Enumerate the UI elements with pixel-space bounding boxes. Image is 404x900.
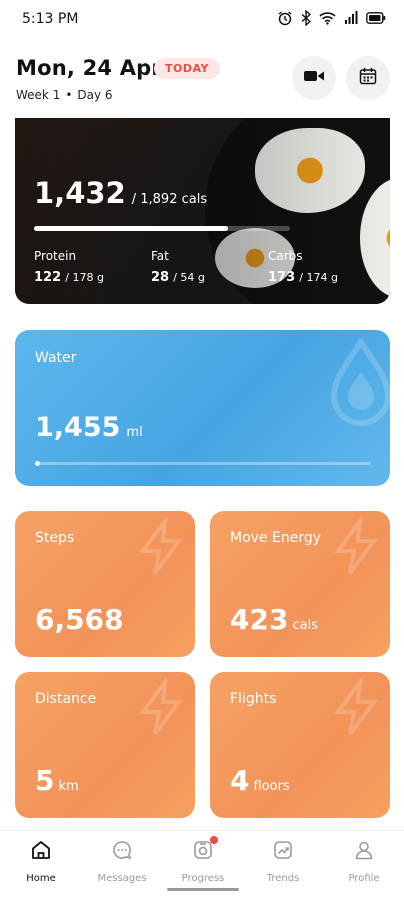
profile-icon (353, 839, 375, 865)
separator: • (65, 88, 73, 102)
macro-goal: / 174 g (299, 271, 338, 284)
messages-icon (111, 839, 133, 865)
status-icons (277, 10, 386, 26)
distance-label: Distance (35, 691, 97, 707)
calendar-icon (359, 67, 377, 89)
macro-label: Fat (151, 249, 169, 263)
nav-label: Messages (97, 873, 147, 884)
move-energy-tile[interactable]: Move Energy 423 cals (210, 511, 390, 657)
trends-icon (272, 839, 294, 865)
notification-dot (210, 836, 218, 844)
macro-goal: / 178 g (65, 271, 104, 284)
move-energy-unit: cals (292, 618, 318, 633)
water-amount: 1,455 (35, 412, 121, 443)
distance-tile[interactable]: Distance 5 km (15, 672, 195, 818)
macro-carbs: Carbs 173 / 174 g (268, 249, 338, 285)
alarm-icon (277, 10, 293, 26)
home-icon (30, 839, 52, 865)
calories-consumed: 1,432 (34, 176, 126, 210)
video-button[interactable] (292, 56, 336, 100)
nav-item-profile[interactable]: Profile (324, 839, 404, 884)
move-energy-amount: 423 (230, 603, 289, 636)
macro-value: 122 (34, 270, 62, 285)
macro-value: 173 (268, 270, 296, 285)
signal-icon (344, 11, 358, 25)
flights-tile[interactable]: Flights 4 floors (210, 672, 390, 818)
progress-icon (192, 836, 218, 865)
distance-unit: km (58, 779, 79, 794)
gesture-bar[interactable] (167, 888, 239, 891)
macro-label: Protein (34, 249, 77, 263)
week-label: Week 1 (16, 88, 61, 102)
macro-fat: Fat 28 / 54 g (151, 249, 205, 285)
water-progress-bar (35, 461, 371, 466)
lightning-icon (131, 513, 191, 581)
nav-item-home[interactable]: Home (1, 839, 81, 884)
battery-icon (366, 12, 386, 24)
bluetooth-icon (301, 10, 311, 26)
week-day-label: Week 1 • Day 6 (16, 88, 113, 102)
day-label: Day 6 (77, 88, 113, 102)
video-icon (303, 68, 325, 88)
nav-label: Progress (181, 873, 225, 884)
water-progress-indicator (35, 461, 40, 466)
calories-progress-bar (34, 226, 290, 231)
status-time: 5:13 PM (22, 11, 79, 27)
nav-item-messages[interactable]: Messages (82, 839, 162, 884)
lightning-icon (326, 674, 386, 742)
flights-label: Flights (230, 691, 277, 707)
status-bar: 5:13 PM (0, 0, 404, 40)
nav-label: Home (26, 873, 56, 884)
nav-label: Profile (348, 873, 380, 884)
macro-goal: / 54 g (173, 271, 205, 284)
page-title-date: Mon, 24 Apr (16, 56, 162, 80)
calories-progress-fill (34, 226, 228, 231)
steps-value: 6,568 (35, 603, 124, 636)
distance-amount: 5 (35, 764, 55, 797)
water-drop-icon (326, 336, 390, 432)
nav-label: Trends (266, 873, 300, 884)
water-card[interactable]: Water 1,455 ml (15, 330, 390, 486)
steps-tile[interactable]: Steps 6,568 (15, 511, 195, 657)
header: Mon, 24 Apr TODAY Week 1 • Day 6 (0, 48, 404, 112)
calories-summary: 1,432 / 1,892 cals (34, 176, 207, 210)
macro-label: Carbs (268, 249, 303, 263)
steps-label: Steps (35, 530, 75, 546)
move-energy-value: 423 cals (230, 603, 318, 636)
today-badge[interactable]: TODAY (154, 58, 220, 79)
water-unit: ml (126, 425, 143, 440)
wifi-icon (319, 11, 336, 25)
flights-unit: floors (253, 779, 290, 794)
move-energy-label: Move Energy (230, 530, 322, 546)
calories-goal: / 1,892 cals (131, 192, 208, 207)
nav-item-trends[interactable]: Trends (243, 839, 323, 884)
flights-amount: 4 (230, 764, 250, 797)
water-label: Water (35, 350, 77, 366)
macro-value: 28 (151, 270, 170, 285)
distance-value: 5 km (35, 764, 79, 797)
flights-value: 4 floors (230, 764, 290, 797)
lightning-icon (326, 513, 386, 581)
water-value: 1,455 ml (35, 412, 143, 443)
nav-item-progress[interactable]: Progress (163, 836, 243, 884)
macro-protein: Protein 122 / 178 g (34, 249, 104, 285)
lightning-icon (131, 674, 191, 742)
calendar-button[interactable] (346, 56, 390, 100)
steps-amount: 6,568 (35, 603, 124, 636)
calories-card[interactable]: 1,432 / 1,892 cals Protein 122 / 178 g Fa… (15, 118, 390, 304)
